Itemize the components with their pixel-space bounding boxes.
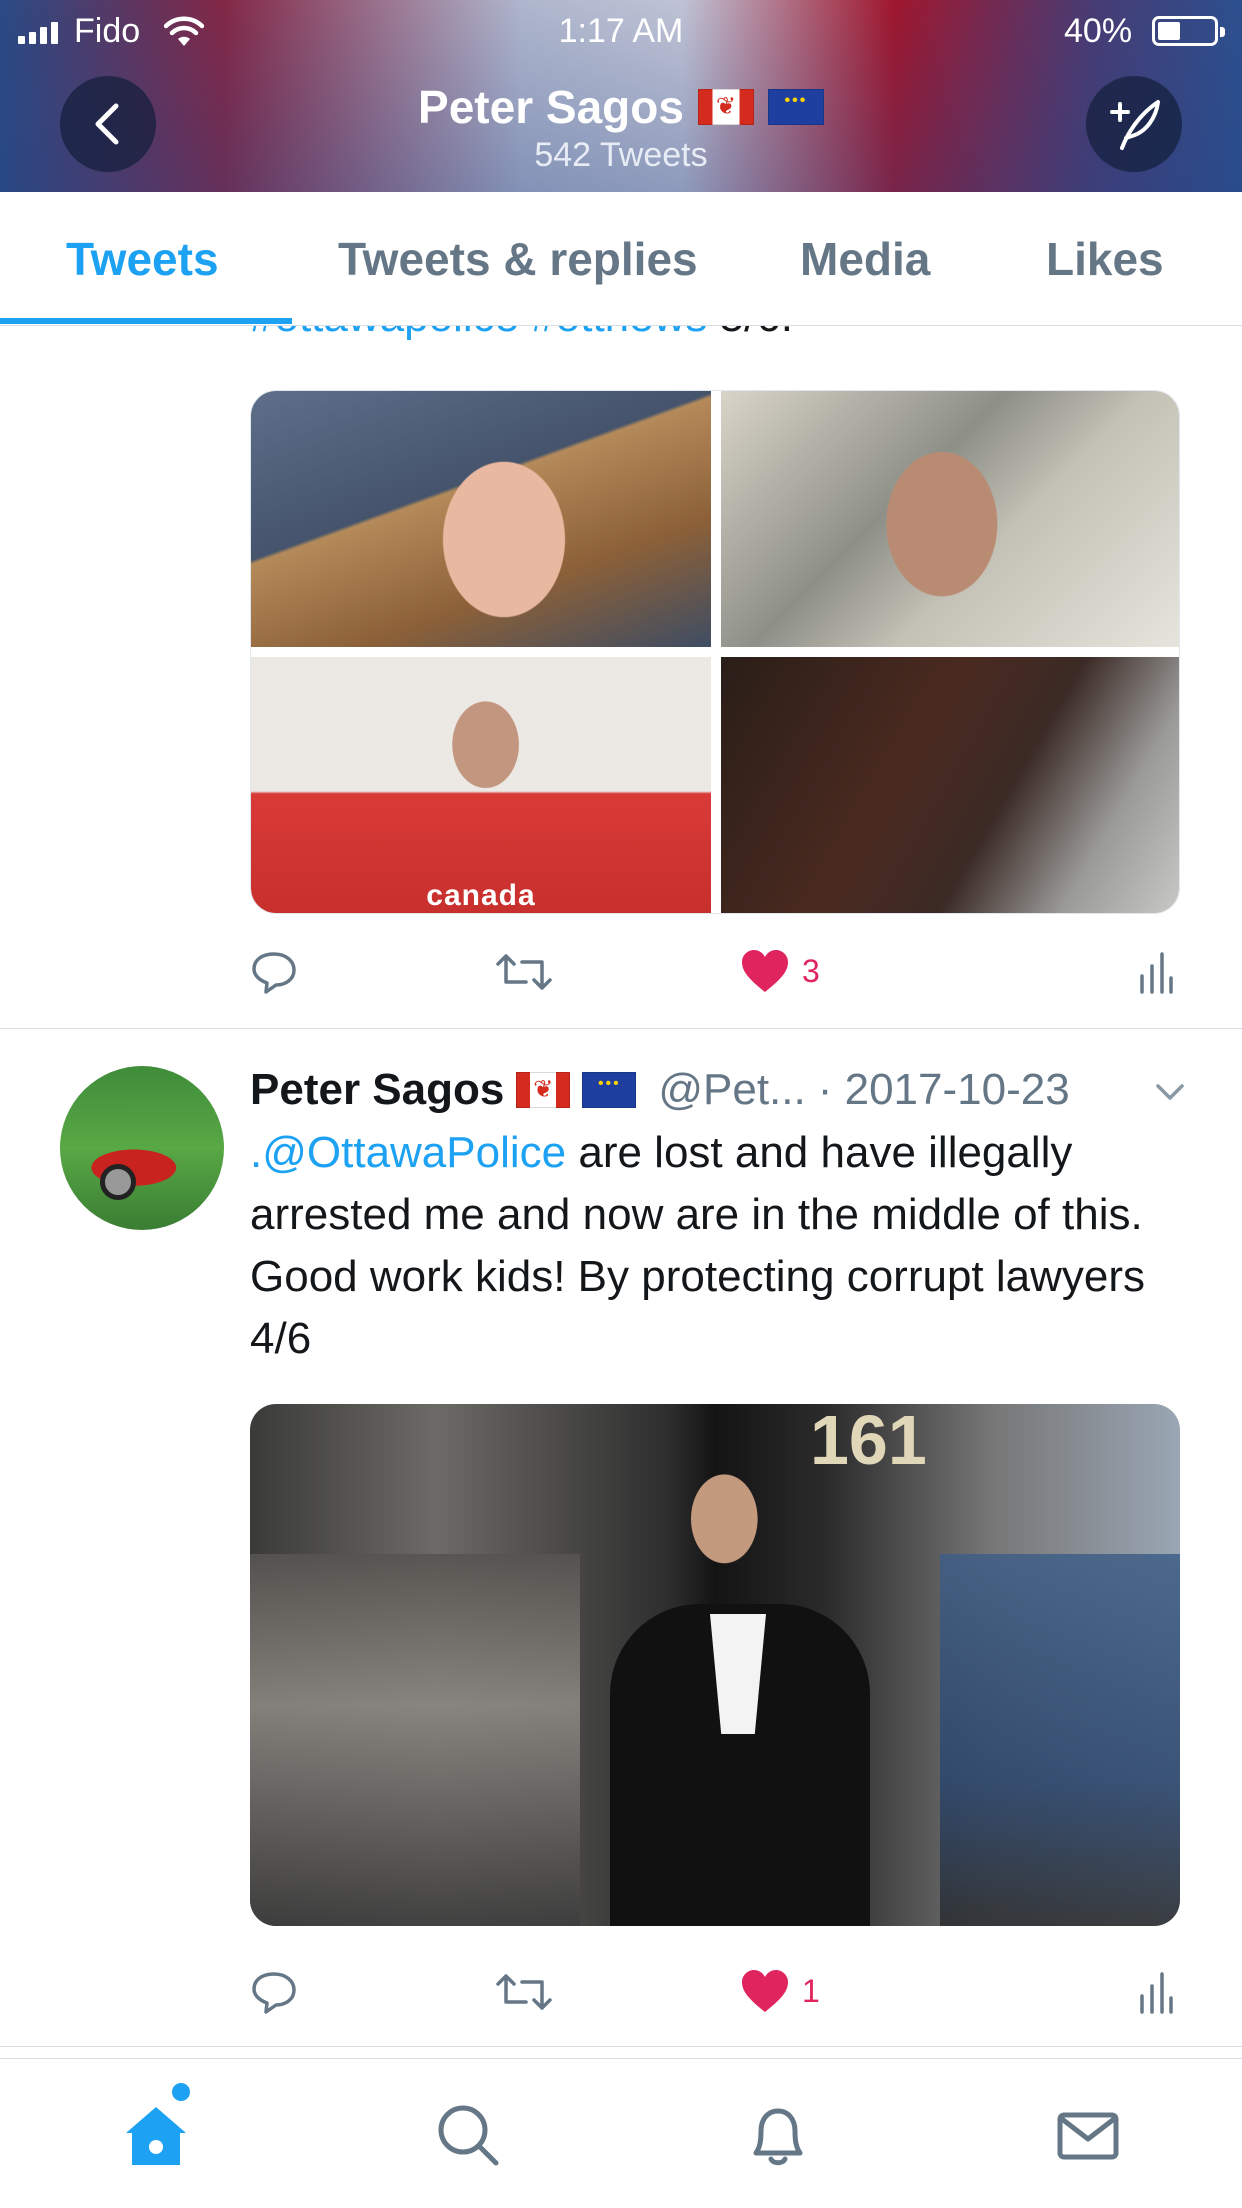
photo-man-in-suit[interactable] xyxy=(721,657,1179,913)
analytics-button[interactable] xyxy=(1138,948,1174,996)
tweet-divider xyxy=(0,1028,1242,1029)
author-handle[interactable]: @Pet... xyxy=(658,1065,805,1115)
tweet-header: Peter Sagos @Pet... · 2017-10-23 xyxy=(250,1060,1070,1120)
profile-title: Peter Sagos xyxy=(0,80,1242,134)
battery-percent: 40% xyxy=(1064,12,1133,50)
shirt-text: canada xyxy=(426,879,536,912)
compose-feather-icon xyxy=(1110,100,1160,150)
analytics-icon xyxy=(1140,952,1173,994)
photo-man-canada-shirt[interactable]: canada xyxy=(251,657,711,913)
canada-flag-icon xyxy=(697,89,754,125)
analytics-button[interactable] xyxy=(1138,1968,1174,2016)
search-icon[interactable] xyxy=(432,2099,504,2171)
profile-header: Fido 1:17 AM 40% Peter Sagos 542 Tweets xyxy=(0,0,1242,192)
retweet-button[interactable] xyxy=(494,1968,554,2016)
compose-tweet-button[interactable] xyxy=(1086,76,1182,172)
heart-icon xyxy=(742,950,788,992)
like-button[interactable]: 3 xyxy=(740,948,820,994)
tweet-photo-grid[interactable]: canada xyxy=(250,390,1180,914)
tweet-feed[interactable]: #ottawapolice #ottnews 5/6. canada 3 xyxy=(0,326,1242,2058)
tweet-text: #ottawapolice #ottnews 5/6. xyxy=(250,326,793,342)
bell-icon[interactable] xyxy=(742,2099,814,2171)
tweet-count: 542 Tweets xyxy=(534,136,708,174)
reply-button[interactable] xyxy=(250,1968,298,2016)
photo-crowd-right xyxy=(940,1554,1180,1926)
reply-button[interactable] xyxy=(250,948,298,996)
author-name[interactable]: Peter Sagos xyxy=(250,1065,504,1115)
reply-icon xyxy=(252,952,296,994)
status-bar: Fido 1:17 AM 40% xyxy=(0,0,1242,62)
chevron-down-icon[interactable] xyxy=(1150,1072,1190,1112)
analytics-icon xyxy=(1140,1972,1173,2014)
home-notification-dot xyxy=(172,2083,190,2101)
like-count: 3 xyxy=(802,952,820,989)
tweet-photo[interactable]: 161 xyxy=(250,1404,1180,1926)
tweet-date: · 2017-10-23 xyxy=(817,1065,1070,1114)
avatar[interactable] xyxy=(60,1066,224,1230)
tweet-actions: 3 xyxy=(250,948,1173,1008)
photo-young-woman[interactable] xyxy=(251,391,711,647)
tab-tweets[interactable]: Tweets xyxy=(66,232,219,286)
canada-flag-icon xyxy=(516,1072,571,1108)
tab-media[interactable]: Media xyxy=(800,232,930,286)
like-count: 1 xyxy=(802,1972,820,2009)
building-number: 161 xyxy=(810,1404,927,1479)
tweet-actions: 1 xyxy=(250,1968,1173,2028)
battery-icon xyxy=(1152,16,1225,46)
retweet-button[interactable] xyxy=(494,948,554,996)
like-button[interactable]: 1 xyxy=(740,1968,820,2014)
tweet-text-rest: 5/6. xyxy=(707,326,793,341)
active-tab-indicator xyxy=(0,318,292,324)
mention-link[interactable]: .@OttawaPolice xyxy=(250,1128,566,1177)
heart-icon xyxy=(742,1970,788,2012)
hashtag-links[interactable]: #ottawapolice #ottnews xyxy=(250,326,707,341)
retweet-icon xyxy=(496,954,552,990)
profile-tabs: Tweets Tweets & replies Media Likes xyxy=(0,192,1242,326)
clock: 1:17 AM xyxy=(558,12,684,50)
mail-icon[interactable] xyxy=(1052,2099,1124,2171)
tweet-divider xyxy=(0,2046,1242,2047)
photo-older-man[interactable] xyxy=(721,391,1179,647)
eu-flag-icon xyxy=(767,89,824,125)
tweet-text: .@OttawaPolice are lost and have illegal… xyxy=(250,1122,1170,1370)
bottom-tab-bar xyxy=(0,2058,1242,2208)
photo-crowd-left xyxy=(250,1554,580,1926)
tab-likes[interactable]: Likes xyxy=(1046,232,1164,286)
reply-icon xyxy=(252,1972,296,2014)
profile-name: Peter Sagos xyxy=(418,81,684,133)
eu-flag-icon xyxy=(582,1072,637,1108)
tab-tweets-and-replies[interactable]: Tweets & replies xyxy=(338,232,698,286)
retweet-icon xyxy=(496,1974,552,2010)
home-icon[interactable] xyxy=(120,2099,192,2171)
